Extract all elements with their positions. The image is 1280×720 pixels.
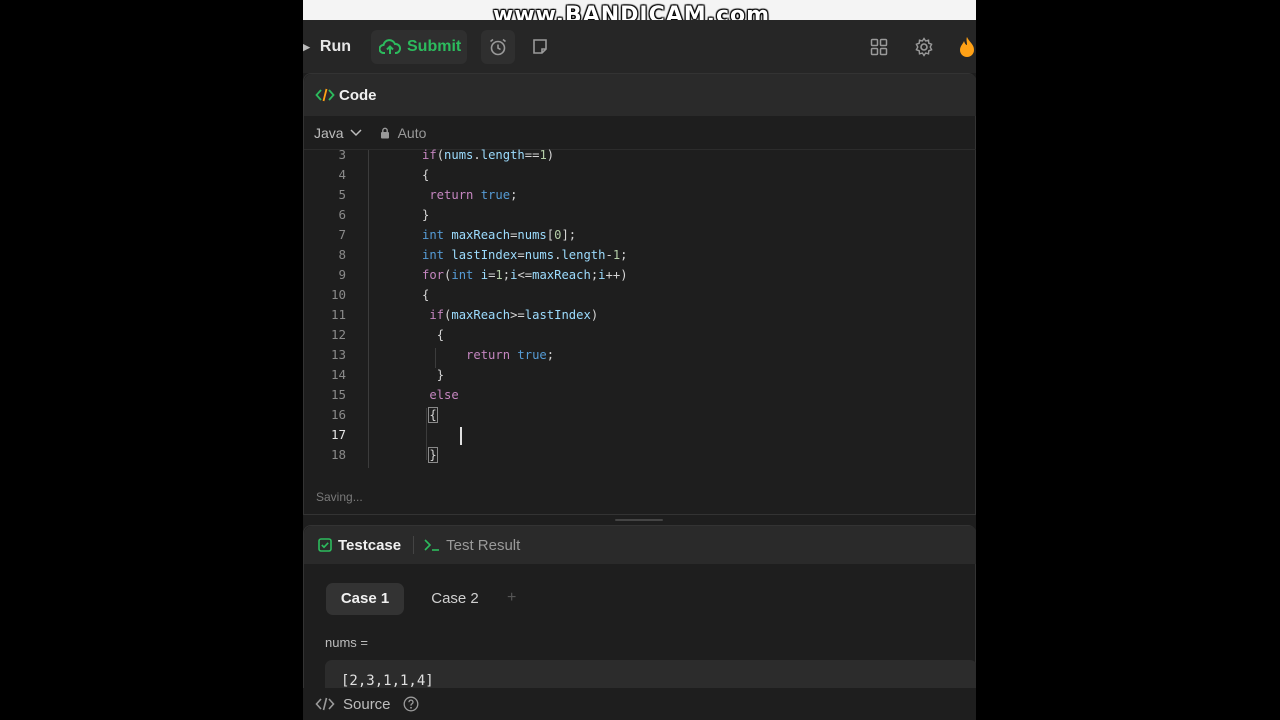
- code-line: 13 return true;: [304, 345, 976, 365]
- code-line: 11 if(maxReach>=lastIndex): [304, 305, 976, 325]
- mode-label: Auto: [397, 124, 427, 141]
- tab-testcase-label: Testcase: [338, 536, 402, 554]
- code-line: 15 else: [304, 385, 976, 405]
- line-number: 5: [338, 187, 346, 202]
- submit-button[interactable]: Submit: [371, 30, 467, 64]
- line-number: 13: [330, 347, 346, 362]
- code-text: {: [428, 407, 438, 423]
- code-line: 9 for(int i=1;i<=maxReach;i++): [304, 265, 976, 285]
- help-icon[interactable]: [403, 696, 419, 712]
- code-editor[interactable]: 3 if(nums.length==1) 4 { 5 return true; …: [304, 147, 976, 480]
- run-label: Run: [319, 38, 352, 55]
- line-number: 12: [330, 327, 346, 342]
- line-number: 18: [330, 447, 346, 462]
- source-bar: Source: [303, 688, 976, 720]
- tab-test-result[interactable]: Test Result: [424, 537, 520, 554]
- line-number: 4: [338, 167, 346, 182]
- language-label: Java: [314, 124, 344, 141]
- code-line: 12 {: [304, 325, 976, 345]
- code-brackets-icon: [315, 697, 335, 711]
- code-text: return true;: [429, 188, 518, 202]
- panel-resize-handle[interactable]: [615, 519, 663, 521]
- line-number: 14: [330, 367, 346, 382]
- code-panel-title: Code: [339, 86, 377, 104]
- code-line: 4 {: [304, 165, 976, 185]
- line-number: 6: [338, 207, 346, 222]
- text-cursor: [460, 427, 462, 445]
- code-text: for(int i=1;i<=maxReach;i++): [422, 268, 628, 282]
- line-number: 7: [338, 227, 346, 242]
- leetcode-window: www.BANDICAM.com ▶ Run Submit Code Java …: [303, 0, 976, 720]
- line-number: 3: [338, 147, 346, 162]
- code-text: int lastIndex=nums.length-1;: [422, 248, 628, 262]
- case-tab-2[interactable]: Case 2: [424, 583, 486, 615]
- code-text: }: [422, 208, 430, 222]
- code-line: 10 {: [304, 285, 976, 305]
- line-number: 10: [330, 287, 346, 302]
- code-line: 7 int maxReach=nums[0];: [304, 225, 976, 245]
- terminal-icon: [424, 539, 440, 551]
- submit-label: Submit: [407, 38, 462, 55]
- code-line: 14 }: [304, 365, 976, 385]
- code-text: int maxReach=nums[0];: [422, 228, 577, 242]
- auto-mode-indicator[interactable]: Auto: [380, 124, 427, 141]
- code-line: 8 int lastIndex=nums.length-1;: [304, 245, 976, 265]
- chevron-down-icon: [350, 128, 362, 136]
- upload-cloud-icon: [379, 39, 401, 54]
- tab-result-label: Test Result: [446, 536, 521, 554]
- code-text: if(nums.length==1): [422, 148, 555, 162]
- code-line: 5 return true;: [304, 185, 976, 205]
- code-line: 6 }: [304, 205, 976, 225]
- code-text: {: [422, 288, 430, 302]
- gear-icon[interactable]: [914, 37, 934, 57]
- code-text: if(maxReach>=lastIndex): [429, 308, 599, 322]
- fire-icon[interactable]: [958, 36, 976, 58]
- code-text: return true;: [466, 348, 555, 362]
- case-tab-1[interactable]: Case 1: [326, 583, 404, 615]
- run-button[interactable]: ▶ Run: [303, 30, 351, 64]
- source-button[interactable]: Source: [343, 696, 391, 713]
- input-variable-value: [2,3,1,1,4]: [341, 673, 434, 689]
- line-number: 11: [330, 307, 346, 322]
- alarm-clock-icon: [490, 38, 506, 56]
- code-panel: Code Java Auto 3 if(nums.length==1) 4 {…: [303, 73, 976, 515]
- note-icon: [533, 39, 547, 54]
- code-text: {: [422, 168, 430, 182]
- code-text: else: [429, 388, 459, 402]
- plus-icon[interactable]: +: [507, 589, 516, 607]
- code-text: }: [428, 447, 438, 463]
- notes-button[interactable]: [523, 30, 557, 64]
- save-status: Saving...: [316, 490, 363, 504]
- code-line: 3 if(nums.length==1): [304, 145, 976, 165]
- code-line: 16 {: [304, 405, 976, 425]
- toolbar: ▶ Run Submit: [303, 20, 976, 73]
- checkbox-icon: [318, 538, 332, 552]
- code-brackets-icon: [315, 88, 335, 102]
- code-line-active: 17: [304, 425, 976, 445]
- caret-right-icon: ▶: [303, 41, 310, 52]
- layout-grid-icon[interactable]: [870, 38, 888, 56]
- line-number: 8: [338, 247, 346, 262]
- line-number: 17: [330, 427, 346, 442]
- lock-icon: [380, 127, 389, 138]
- tab-divider: [413, 536, 415, 554]
- language-select[interactable]: Java: [314, 125, 362, 141]
- input-variable-label: nums =: [325, 635, 368, 650]
- line-number: 9: [338, 267, 346, 282]
- timer-button[interactable]: [481, 30, 515, 64]
- tab-testcase[interactable]: Testcase: [318, 537, 401, 554]
- code-text: }: [436, 368, 445, 382]
- code-text: {: [436, 328, 445, 342]
- testcase-panel-header: Testcase Test Result: [304, 526, 976, 564]
- line-number: 15: [330, 387, 346, 402]
- code-line: 18 }: [304, 445, 976, 465]
- code-panel-header: Code: [304, 74, 976, 116]
- line-number: 16: [330, 407, 346, 422]
